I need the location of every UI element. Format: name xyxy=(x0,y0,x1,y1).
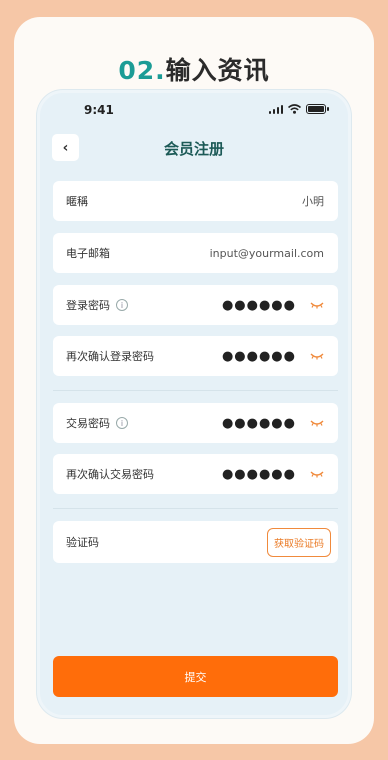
status-time: 9:41 xyxy=(84,103,114,117)
info-icon[interactable]: i xyxy=(116,417,128,429)
section-divider xyxy=(53,508,338,509)
confirm-login-password-label: 再次确认登录密码 xyxy=(66,350,154,363)
nav-bar: ‹ 会员注册 xyxy=(40,133,348,165)
nickname-input[interactable]: 小明 xyxy=(302,193,324,209)
trade-password-label-group: 交易密码 i xyxy=(66,415,222,431)
info-icon[interactable]: i xyxy=(116,299,128,311)
status-bar: 9:41 xyxy=(40,93,348,127)
trade-password-field[interactable]: 交易密码 i ●●●●●● xyxy=(53,403,338,443)
login-password-field[interactable]: 登录密码 i ●●●●●● xyxy=(53,285,338,325)
eye-closed-icon[interactable] xyxy=(310,351,324,361)
confirm-trade-password-label: 再次确认交易密码 xyxy=(66,468,154,481)
login-password-input[interactable]: ●●●●●● xyxy=(222,298,296,313)
phone-mockup: 9:41 ‹ 会员注册 暱稱 小明 电子邮箱 input@yourmail.co… xyxy=(37,90,351,718)
confirm-login-password-field[interactable]: 再次确认登录密码 ●●●●●● xyxy=(53,336,338,376)
email-input[interactable]: input@yourmail.com xyxy=(210,247,324,260)
login-password-label: 登录密码 xyxy=(66,299,110,312)
battery-icon xyxy=(306,104,329,114)
confirm-trade-password-field[interactable]: 再次确认交易密码 ●●●●●● xyxy=(53,454,338,494)
trade-password-label: 交易密码 xyxy=(66,417,110,430)
verification-code-label: 验证码 xyxy=(66,536,99,549)
step-number: 02. xyxy=(118,56,166,85)
nickname-label: 暱稱 xyxy=(66,195,88,208)
wifi-icon xyxy=(288,104,301,114)
get-code-button[interactable]: 获取验证码 xyxy=(267,527,331,557)
verification-code-field[interactable]: 验证码 获取验证码 xyxy=(53,521,338,563)
signal-icon xyxy=(268,104,283,114)
eye-closed-icon[interactable] xyxy=(310,300,324,310)
eye-closed-icon[interactable] xyxy=(310,418,324,428)
page-heading: 02.输入资讯 xyxy=(14,51,374,87)
submit-button[interactable]: 提交 xyxy=(53,656,338,697)
status-icons xyxy=(268,104,329,114)
eye-closed-icon[interactable] xyxy=(310,469,324,479)
page-title: 会员注册 xyxy=(163,140,224,158)
email-label: 电子邮箱 xyxy=(66,247,110,260)
step-title: 输入资讯 xyxy=(165,56,270,85)
confirm-trade-password-input[interactable]: ●●●●●● xyxy=(222,467,296,482)
login-password-label-group: 登录密码 i xyxy=(66,297,222,313)
section-divider xyxy=(53,390,338,391)
email-field[interactable]: 电子邮箱 input@yourmail.com xyxy=(53,233,338,273)
trade-password-input[interactable]: ●●●●●● xyxy=(222,416,296,431)
confirm-login-password-input[interactable]: ●●●●●● xyxy=(222,349,296,364)
nickname-field[interactable]: 暱稱 小明 xyxy=(53,181,338,221)
